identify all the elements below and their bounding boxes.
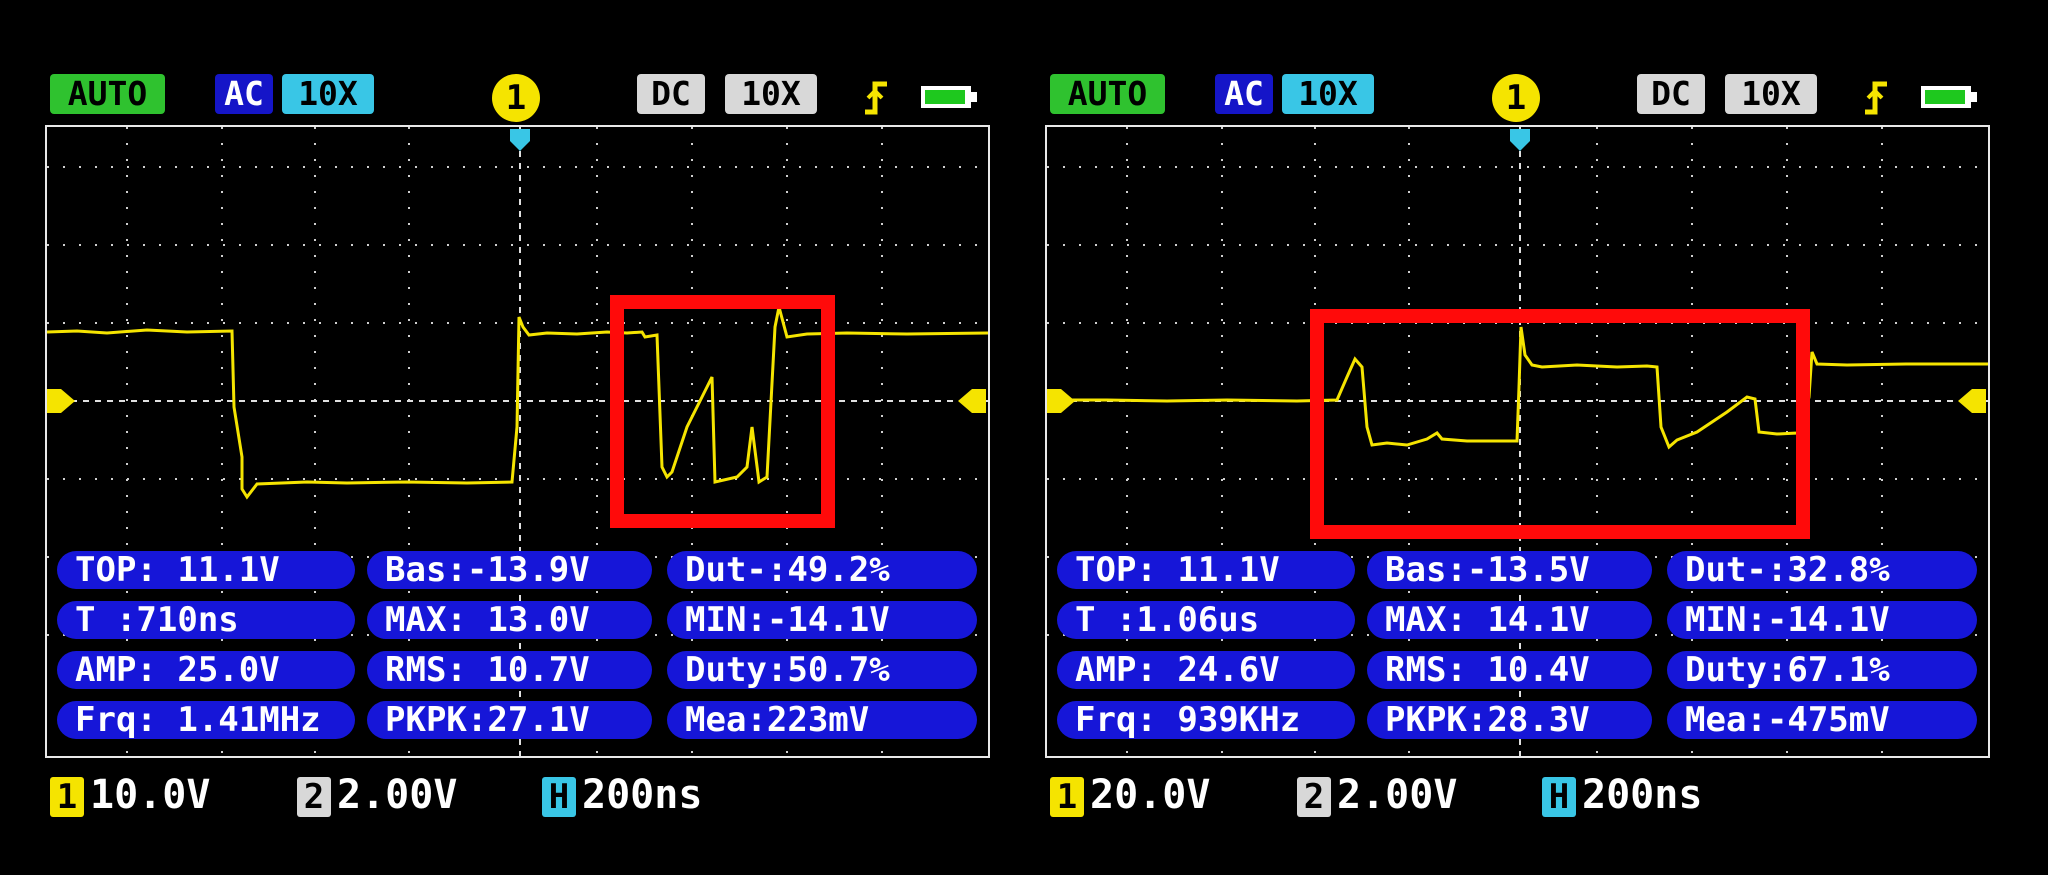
ch1-ground-marker [47,389,75,413]
meas-min: MIN:-14.1V [667,601,977,639]
meas-neg-duty: Dut-:49.2% [667,551,977,589]
meas-mean: Mea:223mV [667,701,977,739]
ch2-scale-value: 2.00V [337,772,458,818]
highlight-box [1310,309,1810,539]
meas-duty: Duty:67.1% [1667,651,1977,689]
trigger-position-marker [1510,129,1530,151]
meas-mean: Mea:-475mV [1667,701,1977,739]
meas-rms: RMS: 10.7V [367,651,652,689]
trigger-position-marker [510,129,530,151]
timebase-badge: H [1542,777,1576,817]
trigger-mode-badge: AUTO [50,74,165,114]
meas-amp: AMP: 25.0V [57,651,355,689]
trigger-channel-badge: 1 [1492,74,1540,122]
meas-pkpk: PKPK:27.1V [367,701,652,739]
ch2-scale: 2 2.00V [297,770,457,820]
meas-top: TOP: 11.1V [1057,551,1355,589]
meas-period: T :1.06us [1057,601,1355,639]
meas-neg-duty: Dut-:32.8% [1667,551,1977,589]
meas-rms: RMS: 10.4V [1367,651,1652,689]
ch1-scale-badge: 1 [1050,777,1084,817]
waveform-display: TOP: 11.1V Bas:-13.5V Dut-:32.8% T :1.06… [1045,125,1990,758]
battery-icon [921,86,977,108]
battery-icon [1921,86,1977,108]
trigger-edge-icon [1865,81,1887,115]
scope-screen-left: AUTO AC 10X 1 DC 10X TOP: 11.1V Bas:-13.… [45,70,1045,840]
timebase-scale: H 200ns [1542,770,1702,820]
timebase-scale: H 200ns [542,770,702,820]
ch1-probe-badge: 10X [282,74,374,114]
timebase-value: 200ns [582,772,703,818]
ch1-scale: 1 10.0V [50,770,210,820]
ch1-coupling-badge: AC [215,74,273,114]
trigger-level-marker [1958,389,1986,413]
meas-base: Bas:-13.5V [1367,551,1652,589]
ch2-coupling-badge: DC [637,74,705,114]
ch2-scale-badge: 2 [1297,777,1331,817]
ch2-probe-badge: 10X [725,74,817,114]
trigger-channel-badge: 1 [492,74,540,122]
meas-frequency: Frq: 1.41MHz [57,701,355,739]
trigger-level-marker [958,389,986,413]
ch2-scale-value: 2.00V [1337,772,1458,818]
ch1-scale-badge: 1 [50,777,84,817]
highlight-box [610,295,835,528]
timebase-badge: H [542,777,576,817]
trigger-edge-icon [865,81,887,115]
meas-duty: Duty:50.7% [667,651,977,689]
meas-period: T :710ns [57,601,355,639]
meas-base: Bas:-13.9V [367,551,652,589]
ch2-coupling-badge: DC [1637,74,1705,114]
waveform-display: TOP: 11.1V Bas:-13.9V Dut-:49.2% T :710n… [45,125,990,758]
ch1-trace [47,306,988,500]
meas-max: MAX: 13.0V [367,601,652,639]
ch2-scale: 2 2.00V [1297,770,1457,820]
ch1-scale-value: 20.0V [1090,772,1211,818]
meas-min: MIN:-14.1V [1667,601,1977,639]
ch1-scale-value: 10.0V [90,772,211,818]
ch1-coupling-badge: AC [1215,74,1273,114]
meas-amp: AMP: 24.6V [1057,651,1355,689]
meas-frequency: Frq: 939KHz [1057,701,1355,739]
ch2-scale-badge: 2 [297,777,331,817]
meas-pkpk: PKPK:28.3V [1367,701,1652,739]
ch1-scale: 1 20.0V [1050,770,1210,820]
timebase-value: 200ns [1582,772,1703,818]
ch2-probe-badge: 10X [1725,74,1817,114]
ch1-probe-badge: 10X [1282,74,1374,114]
scope-screen-right: AUTO AC 10X 1 DC 10X TOP: 11.1V Bas:-13.… [1045,70,2045,840]
trigger-mode-badge: AUTO [1050,74,1165,114]
meas-max: MAX: 14.1V [1367,601,1652,639]
meas-top: TOP: 11.1V [57,551,355,589]
